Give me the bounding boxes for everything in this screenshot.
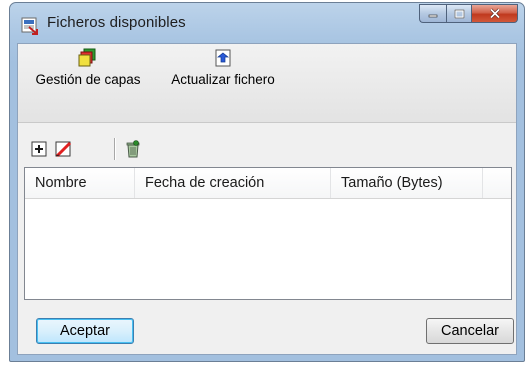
minimize-button[interactable] [419,4,446,23]
column-header-name[interactable]: Nombre [25,168,135,198]
column-header-created-date[interactable]: Fecha de creación [135,168,331,198]
maximize-button[interactable] [446,4,472,23]
close-button[interactable] [472,4,518,23]
list-toolbar [18,134,516,164]
layers-icon [78,48,96,67]
title-bar[interactable]: Ficheros disponibles [10,3,524,43]
refresh-file-icon [215,49,231,67]
files-list-header: Nombre Fecha de creación Tamaño (Bytes) [25,168,511,199]
dialog-body: Gestión de capas Actualizar fichero Nomb… [17,43,517,355]
accept-button[interactable]: Aceptar [36,318,134,344]
toolbar-separator [114,138,115,160]
column-header-size[interactable]: Tamaño (Bytes) [331,168,483,198]
ribbon: Gestión de capas Actualizar fichero [18,44,516,123]
cancel-button[interactable]: Cancelar [426,318,514,344]
edit-icon[interactable] [54,140,72,158]
manage-layers-label: Gestión de capas [35,72,141,87]
app-icon [21,17,38,35]
close-icon [489,8,500,19]
delete-icon[interactable] [124,140,142,158]
files-list[interactable]: Nombre Fecha de creación Tamaño (Bytes) [24,167,512,300]
update-file-label: Actualizar fichero [171,72,275,87]
minimize-icon [428,14,438,17]
add-icon[interactable] [30,140,48,158]
window-title: Ficheros disponibles [47,14,186,31]
maximize-icon [454,9,464,18]
update-file-button[interactable]: Actualizar fichero [156,48,290,87]
dialog-window: Ficheros disponibles Gestión de capas Ac… [9,2,525,362]
manage-layers-button[interactable]: Gestión de capas [18,48,158,87]
